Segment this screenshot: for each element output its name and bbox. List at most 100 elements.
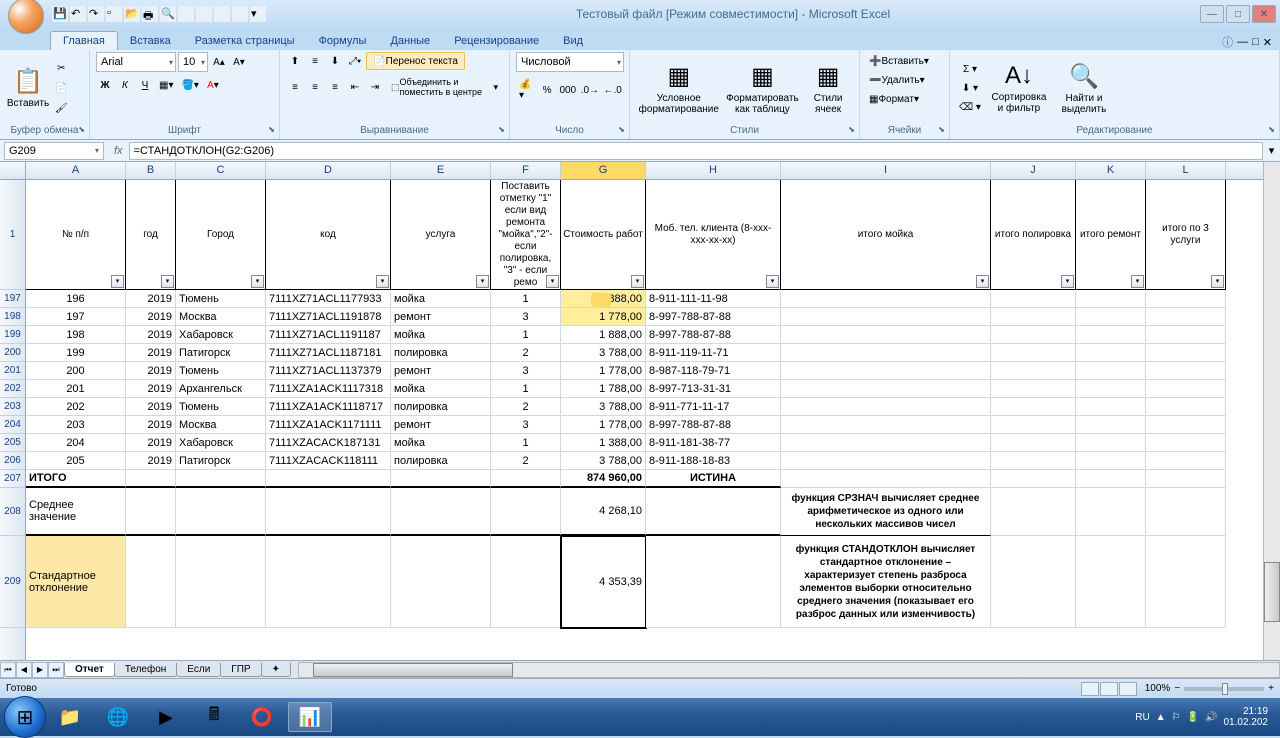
cell[interactable]: 1 xyxy=(491,380,561,398)
tray-lang[interactable]: RU xyxy=(1135,712,1149,723)
border-button[interactable]: ▦▾ xyxy=(156,76,176,94)
cell[interactable] xyxy=(176,470,266,488)
number-format-combo[interactable]: Числовой xyxy=(516,52,624,72)
window-restore-doc[interactable]: □ xyxy=(1252,36,1259,48)
cell[interactable]: 1 788,00 xyxy=(561,380,646,398)
cell[interactable] xyxy=(1076,308,1146,326)
sheet-nav-last[interactable]: ⏭ xyxy=(48,662,64,678)
cell[interactable] xyxy=(991,470,1076,488)
cell[interactable]: 4 268,10 xyxy=(561,488,646,536)
cell[interactable] xyxy=(126,536,176,628)
cell[interactable]: 1 778,00 xyxy=(561,362,646,380)
cell[interactable] xyxy=(1146,344,1226,362)
row-header[interactable]: 202 xyxy=(0,380,25,398)
new-sheet-button[interactable]: ✦ xyxy=(261,663,291,677)
row-header[interactable]: 206 xyxy=(0,452,25,470)
cell[interactable] xyxy=(781,398,991,416)
cell[interactable]: полировка xyxy=(391,398,491,416)
indent-dec[interactable]: ⇤ xyxy=(346,78,364,96)
cell[interactable]: 2019 xyxy=(126,308,176,326)
cell[interactable]: 874 960,00 xyxy=(561,470,646,488)
font-color-button[interactable]: A▾ xyxy=(204,76,222,94)
cell[interactable]: 201 xyxy=(26,380,126,398)
cell[interactable]: полировка xyxy=(391,344,491,362)
row-header[interactable]: 199 xyxy=(0,326,25,344)
cell[interactable] xyxy=(1076,344,1146,362)
cell[interactable]: 8-911-119-11-71 xyxy=(646,344,781,362)
currency-button[interactable]: 💰▾ xyxy=(516,76,536,104)
filter-button[interactable]: ▾ xyxy=(631,275,644,288)
cell[interactable]: 8-987-118-79-71 xyxy=(646,362,781,380)
cell[interactable] xyxy=(781,452,991,470)
align-right[interactable]: ≡ xyxy=(326,78,344,96)
column-header-L[interactable]: L xyxy=(1146,162,1226,179)
row-header[interactable]: 209 xyxy=(0,536,25,628)
cell[interactable]: 2019 xyxy=(126,398,176,416)
cell[interactable] xyxy=(126,470,176,488)
tab-home[interactable]: Главная xyxy=(50,31,118,50)
column-header-J[interactable]: J xyxy=(991,162,1076,179)
sheet-nav-next[interactable]: ▶ xyxy=(32,662,48,678)
cell[interactable] xyxy=(1146,362,1226,380)
column-header-A[interactable]: A xyxy=(26,162,126,179)
qat-more[interactable]: ▾ xyxy=(250,6,266,22)
cell[interactable] xyxy=(491,488,561,536)
cell[interactable]: 2 xyxy=(491,344,561,362)
task-excel[interactable]: 📊 xyxy=(288,702,332,732)
cell[interactable]: 3 xyxy=(491,416,561,434)
cell[interactable]: Стандартное отклонение xyxy=(26,536,126,628)
cell[interactable] xyxy=(266,536,391,628)
qat-redo[interactable]: ↷ xyxy=(88,6,104,22)
cell[interactable]: 8-997-788-87-88 xyxy=(646,308,781,326)
cell[interactable]: 202 xyxy=(26,398,126,416)
cell[interactable]: 200 xyxy=(26,362,126,380)
filter-button[interactable]: ▾ xyxy=(766,275,779,288)
row-header[interactable]: 205 xyxy=(0,434,25,452)
font-name-combo[interactable]: Arial xyxy=(96,52,176,72)
tab-page-layout[interactable]: Разметка страницы xyxy=(183,32,307,50)
align-center[interactable]: ≡ xyxy=(306,78,324,96)
fill-button[interactable]: ⬇ ▾ xyxy=(956,79,984,97)
orientation[interactable]: ⤢▾ xyxy=(346,52,364,70)
cell[interactable]: мойка xyxy=(391,290,491,308)
cell[interactable] xyxy=(176,488,266,536)
close-button[interactable]: ✕ xyxy=(1252,5,1276,23)
qat-preview[interactable]: 🔍 xyxy=(160,6,176,22)
cell[interactable] xyxy=(1146,398,1226,416)
filter-button[interactable]: ▾ xyxy=(111,275,124,288)
cell[interactable]: Хабаровск xyxy=(176,434,266,452)
cell[interactable] xyxy=(646,488,781,536)
qat-undo[interactable]: ↶ xyxy=(70,6,86,22)
cell[interactable]: 2019 xyxy=(126,434,176,452)
filter-button[interactable]: ▾ xyxy=(161,275,174,288)
cut-button[interactable]: ✂ xyxy=(52,59,71,77)
cell[interactable]: 205 xyxy=(26,452,126,470)
formula-input[interactable]: =СТАНДОТКЛОН(G2:G206) xyxy=(129,142,1263,160)
cell[interactable]: 1 388,00 xyxy=(561,434,646,452)
cell[interactable]: 2 xyxy=(491,398,561,416)
cell[interactable] xyxy=(991,290,1076,308)
filter-button[interactable]: ▾ xyxy=(546,275,559,288)
row-header[interactable]: 207 xyxy=(0,470,25,488)
cell[interactable]: 7111XZA1ACK1118717 xyxy=(266,398,391,416)
column-header-C[interactable]: C xyxy=(176,162,266,179)
cell[interactable]: 3 788,00 xyxy=(561,344,646,362)
cell[interactable] xyxy=(781,344,991,362)
cell[interactable]: 7111XZ71ACL1191187 xyxy=(266,326,391,344)
cell[interactable]: 1 778,00 xyxy=(561,416,646,434)
tab-view[interactable]: Вид xyxy=(551,32,595,50)
shrink-font-button[interactable]: A▾ xyxy=(230,52,248,72)
qat-open[interactable]: 📂 xyxy=(124,6,140,22)
row-header[interactable]: 200 xyxy=(0,344,25,362)
align-bottom[interactable]: ⬇ xyxy=(326,52,344,70)
tab-insert[interactable]: Вставка xyxy=(118,32,183,50)
cell[interactable]: 8-997-713-31-31 xyxy=(646,380,781,398)
insert-cells-button[interactable]: ➕ Вставить ▾ xyxy=(866,52,943,70)
cell[interactable] xyxy=(1146,326,1226,344)
cell[interactable]: Тюмень xyxy=(176,290,266,308)
cell[interactable]: 8-911-771-11-17 xyxy=(646,398,781,416)
delete-cells-button[interactable]: ➖ Удалить ▾ xyxy=(866,71,943,89)
cell[interactable]: 8-997-788-87-88 xyxy=(646,326,781,344)
cell[interactable] xyxy=(1076,452,1146,470)
column-header-B[interactable]: B xyxy=(126,162,176,179)
